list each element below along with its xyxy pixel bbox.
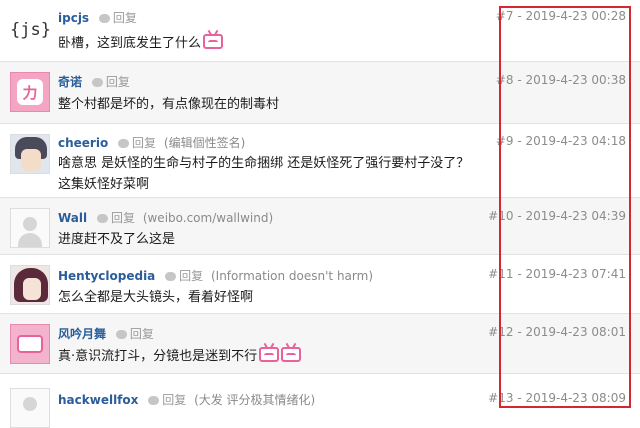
avatar[interactable] — [10, 324, 50, 364]
reply-bubble-icon — [91, 78, 103, 87]
floor-number[interactable]: #13 — [488, 391, 513, 405]
comment-time: 08:01 — [591, 325, 626, 339]
username-link[interactable]: Wall — [58, 211, 87, 225]
comment-time: 07:41 — [591, 267, 626, 281]
tv-mascot-icon — [17, 335, 43, 353]
reply-button[interactable]: 回复 — [115, 327, 154, 341]
reply-label: 回复 — [110, 211, 135, 225]
avatar[interactable]: {js} — [10, 12, 50, 52]
comment-time: 00:38 — [591, 73, 626, 87]
comment-date: 2019-4-23 — [525, 9, 588, 23]
tv-emoji-icon — [281, 347, 302, 362]
comment-row: Wall 回复 (weibo.com/wallwind) 进度赶不及了么这是 #… — [0, 198, 640, 255]
floor-number[interactable]: #12 — [488, 325, 513, 339]
mascot-glyph: 力 — [22, 84, 38, 102]
comment-row: Hentyclopedia 回复 (Information doesn't ha… — [0, 255, 640, 314]
default-avatar-icon — [23, 397, 37, 411]
user-signature: (weibo.com/wallwind) — [142, 211, 274, 225]
reply-bubble-icon — [165, 272, 177, 281]
reply-label: 回复 — [132, 136, 157, 150]
comment-text-content: 卧槽，这到底发生了什么 — [58, 36, 202, 51]
floor-number[interactable]: #8 — [496, 73, 514, 87]
user-signature: (Information doesn't harm) — [210, 269, 373, 283]
default-avatar-icon — [23, 217, 37, 231]
reply-label: 回复 — [179, 269, 204, 283]
reply-button[interactable]: 回复 — [165, 269, 203, 283]
comment-text: 啥意思 是妖怪的生命与村子的生命捆绑 还是妖怪死了强行要村子没了？ 这集妖怪好菜… — [58, 153, 469, 195]
comment-text-line: 啥意思 是妖怪的生命与村子的生命捆绑 还是妖怪死了强行要村子没了？ — [58, 156, 470, 171]
comment-text: 进度赶不及了么这是 — [58, 232, 176, 247]
avatar[interactable]: 力 — [10, 72, 50, 112]
avatar[interactable] — [10, 388, 50, 428]
username-link[interactable]: Hentyclopedia — [58, 269, 155, 283]
floor-number[interactable]: #10 — [488, 209, 513, 223]
reply-button[interactable]: 回复 — [96, 211, 135, 225]
comment-date: 2019-4-23 — [525, 209, 588, 223]
comment-text-line: 这集妖怪好菜啊 — [58, 177, 150, 192]
comment-date: 2019-4-23 — [525, 391, 588, 405]
comment-time: 04:39 — [591, 209, 626, 223]
comment-row: cheerio 回复 (编辑個性签名) 啥意思 是妖怪的生命与村子的生命捆绑 还… — [0, 124, 640, 198]
reply-button[interactable]: 回复 — [118, 136, 156, 150]
reply-label: 回复 — [112, 11, 137, 25]
floor-number[interactable]: #9 — [496, 134, 514, 148]
avatar[interactable] — [10, 208, 50, 248]
reply-bubble-icon — [118, 139, 130, 148]
comment-meta: #10 - 2019-4-23 04:39 — [488, 209, 626, 223]
pink-mascot-icon: 力 — [17, 79, 43, 105]
comment-meta: #7 - 2019-4-23 00:28 — [495, 9, 626, 23]
floor-number[interactable]: #7 — [496, 9, 514, 23]
comment-row: 风吟月舞 回复 真·意识流打斗，分镜也是迷到不行 #12 - 2019-4-23… — [0, 314, 640, 374]
tv-emoji-icon — [203, 34, 224, 49]
comment-time: 08:09 — [591, 391, 626, 405]
comment-meta: #8 - 2019-4-23 00:38 — [495, 73, 626, 87]
comment-row: {js} ipcjs 回复 卧槽，这到底发生了什么 #7 - 2019-4-23… — [0, 0, 640, 62]
reply-label: 回复 — [105, 75, 130, 89]
reply-button[interactable]: 回复 — [91, 75, 130, 89]
comment-row: 力 奇诺 回复 整个村都是坏的，有点像现在的制毒村 #8 - 2019-4-23… — [0, 62, 640, 124]
comment-text: 真·意识流打斗，分镜也是迷到不行 — [58, 346, 302, 367]
reply-bubble-icon — [96, 214, 108, 223]
comment-text: 整个村都是坏的，有点像现在的制毒村 — [58, 97, 280, 112]
comment-meta: #13 - 2019-4-23 08:09 — [488, 391, 626, 405]
user-signature: (编辑個性签名) — [163, 136, 246, 150]
comment-meta: #12 - 2019-4-23 08:01 — [488, 325, 626, 339]
comment-meta: #9 - 2019-4-23 04:18 — [495, 134, 626, 148]
tv-emoji-icon — [259, 347, 280, 362]
comment-time: 00:28 — [591, 9, 626, 23]
reply-bubble-icon — [115, 330, 127, 339]
floor-number[interactable]: #11 — [488, 267, 513, 281]
username-link[interactable]: ipcjs — [58, 11, 89, 25]
comment-meta: #11 - 2019-4-23 07:41 — [488, 267, 626, 281]
comment-date: 2019-4-23 — [525, 267, 588, 281]
reply-bubble-icon — [148, 396, 160, 405]
avatar[interactable] — [10, 134, 50, 174]
avatar[interactable] — [10, 265, 50, 305]
reply-bubble-icon — [98, 14, 110, 23]
comment-text: 怎么全都是大头镜头，看着好怪啊 — [58, 290, 254, 305]
comment-row: hackwellfox 回复 (大发 评分极其情绪化) #13 - 2019-4… — [0, 374, 640, 428]
comment-date: 2019-4-23 — [525, 134, 588, 148]
username-link[interactable]: 风吟月舞 — [58, 327, 106, 341]
comment-time: 04:18 — [591, 134, 626, 148]
js-logo-icon: {js} — [10, 20, 50, 40]
reply-button[interactable]: 回复 — [98, 11, 137, 25]
comment-text-content: 真·意识流打斗，分镜也是迷到不行 — [58, 349, 258, 364]
reply-label: 回复 — [129, 327, 154, 341]
comment-date: 2019-4-23 — [525, 325, 588, 339]
comment-text: 卧槽，这到底发生了什么 — [58, 33, 224, 54]
username-link[interactable]: cheerio — [58, 136, 108, 150]
comment-date: 2019-4-23 — [525, 73, 588, 87]
username-link[interactable]: 奇诺 — [58, 75, 82, 89]
